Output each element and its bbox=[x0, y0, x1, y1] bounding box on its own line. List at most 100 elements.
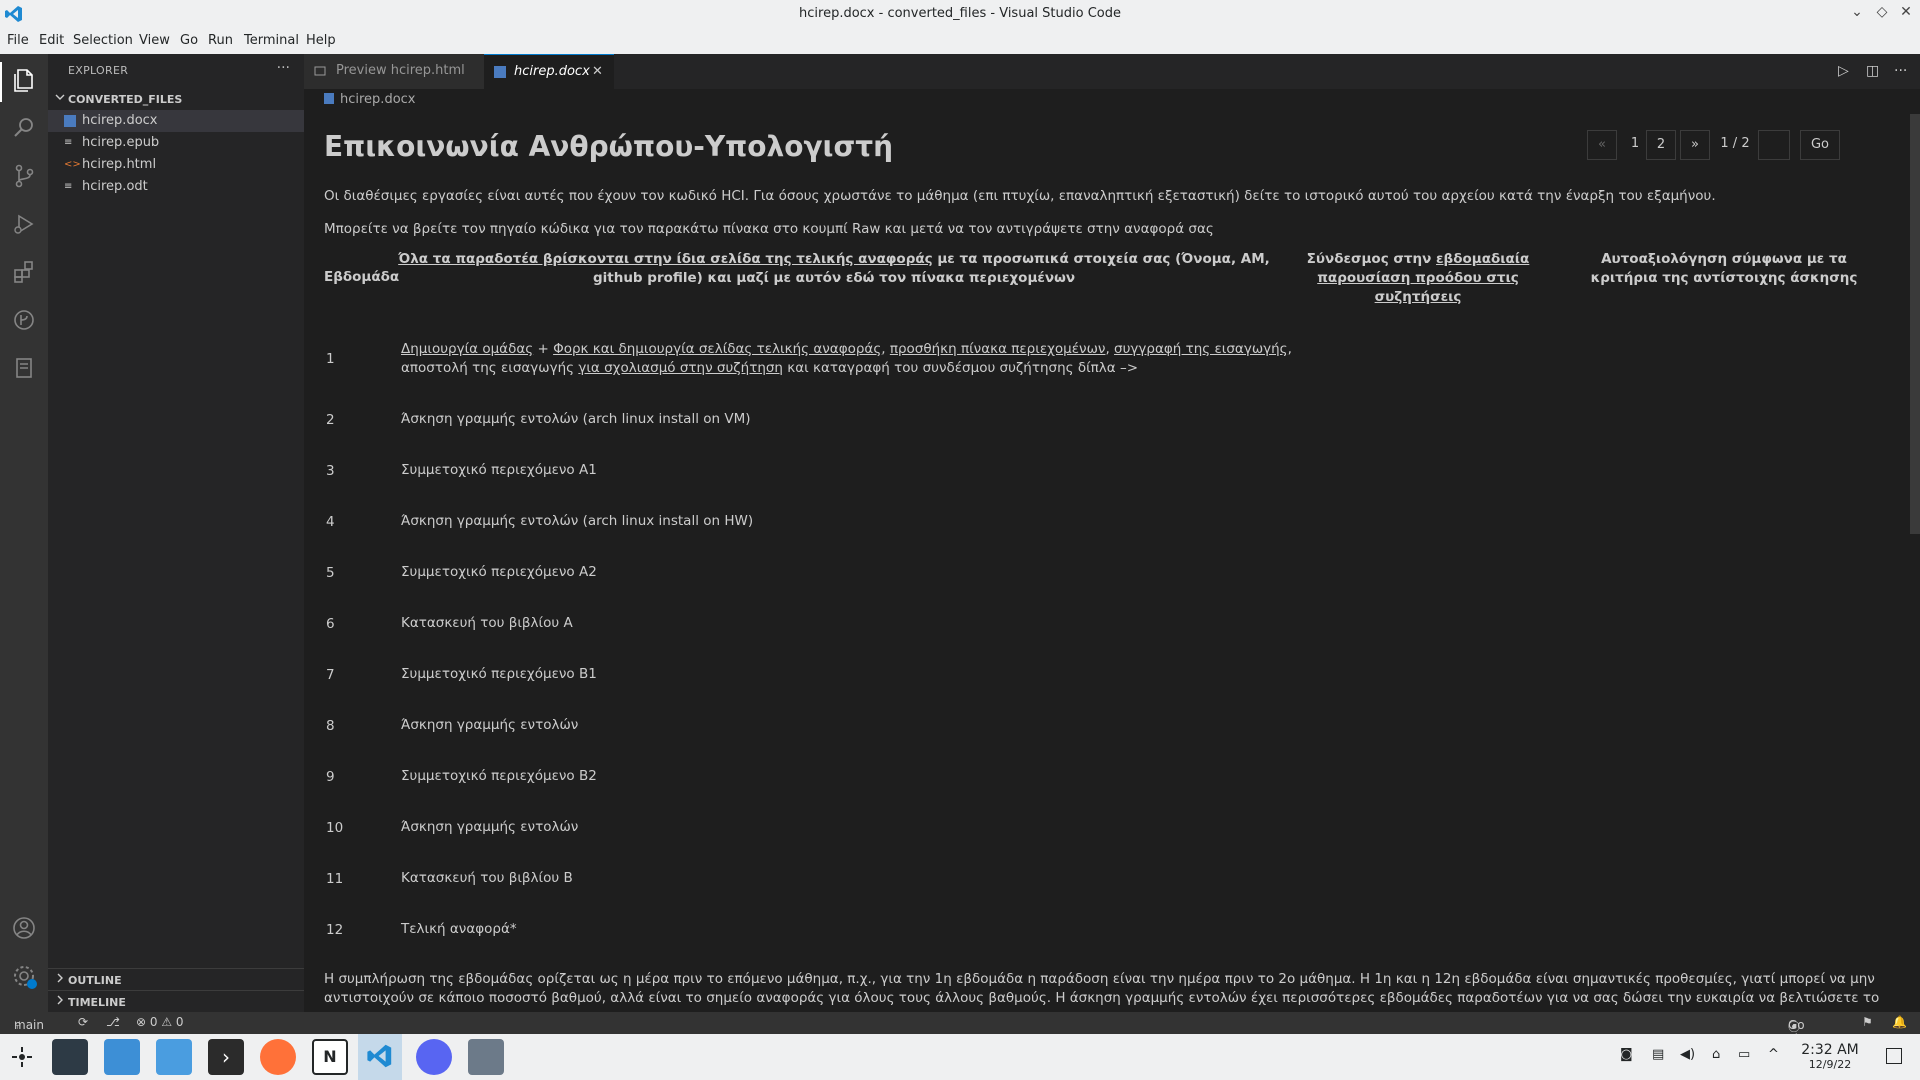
taskbar-discord-app[interactable] bbox=[416, 1039, 452, 1075]
notebook-icon[interactable] bbox=[10, 354, 38, 382]
maximize-icon[interactable]: ◇ bbox=[1872, 4, 1892, 24]
file-item-hcirep-epub[interactable]: ≡ hcirep.epub bbox=[48, 132, 304, 154]
explorer-sidebar: EXPLORER ··· CONVERTED_FILES hcirep.docx… bbox=[48, 54, 304, 1012]
preview-icon bbox=[314, 66, 326, 76]
row-2-week: 2 bbox=[326, 412, 335, 428]
row-8-week: 8 bbox=[326, 718, 335, 734]
app-launcher-icon[interactable] bbox=[10, 1045, 34, 1069]
account-icon[interactable] bbox=[10, 914, 38, 942]
settings-gear-icon[interactable] bbox=[10, 962, 38, 990]
network-tray-icon[interactable]: ▭ bbox=[1738, 1047, 1750, 1062]
run-icon[interactable]: ▷ bbox=[1838, 63, 1849, 79]
discussion-link[interactable]: για σχολιασμό στην συζήτηση bbox=[578, 360, 783, 376]
sync-icon[interactable]: ⟳ bbox=[78, 1015, 88, 1029]
git-graph-icon[interactable] bbox=[10, 306, 38, 334]
menu-edit[interactable]: Edit bbox=[39, 33, 64, 48]
taskbar-vscode-app[interactable] bbox=[358, 1034, 402, 1080]
taskbar-screenshot-app[interactable] bbox=[468, 1039, 504, 1075]
outline-section-header[interactable]: OUTLINE bbox=[48, 968, 304, 990]
clock-date: 12/9/22 bbox=[1808, 1058, 1852, 1071]
menu-help[interactable]: Help bbox=[306, 33, 336, 48]
pager-page-1[interactable]: 1 bbox=[1621, 130, 1649, 160]
activity-bar bbox=[0, 54, 48, 1012]
text-file-icon: ≡ bbox=[64, 181, 73, 192]
fork-report-link[interactable]: Φορκ και δημιουργία σελίδας τελικής αναφ… bbox=[553, 341, 881, 357]
pager-go-button[interactable]: Go bbox=[1800, 130, 1840, 160]
usb-tray-icon[interactable]: ⌂ bbox=[1712, 1047, 1720, 1062]
menu-terminal[interactable]: Terminal bbox=[244, 33, 299, 48]
extensions-icon[interactable] bbox=[10, 258, 38, 286]
folder-name: CONVERTED_FILES bbox=[68, 93, 183, 106]
chevron-right-icon bbox=[57, 995, 63, 1005]
breadcrumb[interactable]: hcirep.docx bbox=[324, 92, 416, 107]
text-file-icon: ≡ bbox=[64, 137, 73, 148]
close-tab-icon[interactable]: ✕ bbox=[592, 64, 603, 79]
pager-page-2[interactable]: 2 bbox=[1646, 130, 1676, 160]
file-item-hcirep-odt[interactable]: ≡ hcirep.odt bbox=[48, 176, 304, 198]
pager-page-input[interactable] bbox=[1758, 130, 1790, 160]
title-bar: hcirep.docx - converted_files - Visual S… bbox=[0, 0, 1920, 28]
folder-section-header[interactable]: CONVERTED_FILES bbox=[48, 88, 304, 110]
close-window-icon[interactable]: ✕ bbox=[1896, 4, 1916, 24]
vertical-scrollbar[interactable] bbox=[1910, 114, 1920, 534]
file-name: hcirep.odt bbox=[82, 179, 148, 194]
git-graph-status-icon[interactable]: ⎇ bbox=[106, 1015, 120, 1029]
row-1-week: 1 bbox=[326, 351, 335, 367]
source-control-icon[interactable] bbox=[10, 162, 38, 190]
intro-writing-link[interactable]: συγγραφή της εισαγωγής bbox=[1114, 341, 1288, 357]
more-actions-icon[interactable]: ··· bbox=[277, 60, 290, 76]
timeline-label: TIMELINE bbox=[68, 996, 126, 1009]
timeline-section-header[interactable]: TIMELINE bbox=[48, 990, 304, 1012]
menu-file[interactable]: File bbox=[7, 33, 29, 48]
vscode-logo-icon bbox=[367, 1044, 392, 1068]
taskbar-terminal-app[interactable]: › bbox=[208, 1039, 244, 1075]
pager-prev-button[interactable]: « bbox=[1587, 130, 1617, 160]
menu-bar: File Edit Selection View Go Run Terminal… bbox=[0, 28, 1920, 54]
taskbar-notion-app[interactable]: N bbox=[312, 1039, 348, 1075]
tab-hcirep-docx[interactable]: hcirep.docx ✕ bbox=[484, 54, 614, 89]
run-debug-icon[interactable] bbox=[10, 210, 38, 238]
clipboard-tray-icon[interactable]: ▤ bbox=[1652, 1047, 1664, 1062]
minimize-icon[interactable]: ⌄ bbox=[1847, 4, 1867, 24]
footer-paragraph: Η συμπλήρωση της εβδομάδας ορίζεται ως η… bbox=[324, 971, 1880, 1006]
pager-info: 1 / 2 bbox=[1720, 136, 1750, 151]
split-editor-icon[interactable]: ◫ bbox=[1866, 63, 1879, 79]
file-item-hcirep-docx[interactable]: hcirep.docx bbox=[48, 110, 304, 132]
pager-next-button[interactable]: » bbox=[1680, 130, 1710, 160]
team-creation-link[interactable]: Δημιουργία ομάδας bbox=[401, 341, 533, 357]
row-5-week: 5 bbox=[326, 565, 335, 581]
notifications-bell-icon[interactable]: 🔔 bbox=[1892, 1015, 1907, 1029]
window-title: hcirep.docx - converted_files - Visual S… bbox=[799, 6, 1121, 21]
taskbar-settings-app[interactable] bbox=[52, 1039, 88, 1075]
outline-label: OUTLINE bbox=[68, 974, 122, 987]
discord-tray-icon[interactable]: ◙ bbox=[1620, 1047, 1633, 1062]
toc-link[interactable]: προσθήκη πίνακα περιεχομένων bbox=[890, 341, 1106, 357]
more-actions-icon[interactable]: ··· bbox=[1894, 63, 1907, 79]
header-deliverables: Όλα τα παραδοτέα βρίσκονται στην ίδια σε… bbox=[394, 250, 1274, 288]
row-4-week: 4 bbox=[326, 514, 335, 530]
tab-preview-html[interactable]: Preview hcirep.html bbox=[304, 54, 484, 89]
menu-run[interactable]: Run bbox=[208, 33, 233, 48]
menu-view[interactable]: View bbox=[139, 33, 170, 48]
tray-expand-icon[interactable]: ^ bbox=[1768, 1047, 1779, 1062]
explorer-icon[interactable] bbox=[10, 66, 38, 94]
task-text: και καταγραφή του συνδέσμου συζήτησης δί… bbox=[783, 360, 1139, 376]
word-file-icon bbox=[494, 66, 506, 78]
header-week: Εβδομάδα bbox=[324, 269, 400, 285]
feedback-icon[interactable]: ⚑ bbox=[1862, 1015, 1873, 1029]
taskbar-firefox-app[interactable] bbox=[260, 1039, 296, 1075]
taskbar-file-manager-app[interactable] bbox=[156, 1039, 192, 1075]
menu-selection[interactable]: Selection bbox=[73, 33, 133, 48]
deliverables-link[interactable]: Όλα τα παραδοτέα βρίσκονται στην ίδια σε… bbox=[398, 251, 932, 267]
clock[interactable]: 2:32 AM 12/9/22 bbox=[1790, 1042, 1870, 1071]
row-9-week: 9 bbox=[326, 769, 335, 785]
show-desktop-icon[interactable] bbox=[1886, 1048, 1902, 1064]
menu-go[interactable]: Go bbox=[180, 33, 198, 48]
problems-status[interactable]: ⊗ 0 ⚠ 0 bbox=[136, 1015, 184, 1029]
file-item-hcirep-html[interactable]: <> hcirep.html bbox=[48, 154, 304, 176]
search-icon[interactable] bbox=[10, 114, 38, 142]
row-3-task: Συμμετοχικό περιεχόμενο Α1 bbox=[401, 462, 597, 478]
row-1-task: Δημιουργία ομάδας + Φορκ και δημιουργία … bbox=[401, 340, 1331, 378]
taskbar-store-app[interactable] bbox=[104, 1039, 140, 1075]
volume-tray-icon[interactable]: ◀) bbox=[1680, 1047, 1695, 1062]
